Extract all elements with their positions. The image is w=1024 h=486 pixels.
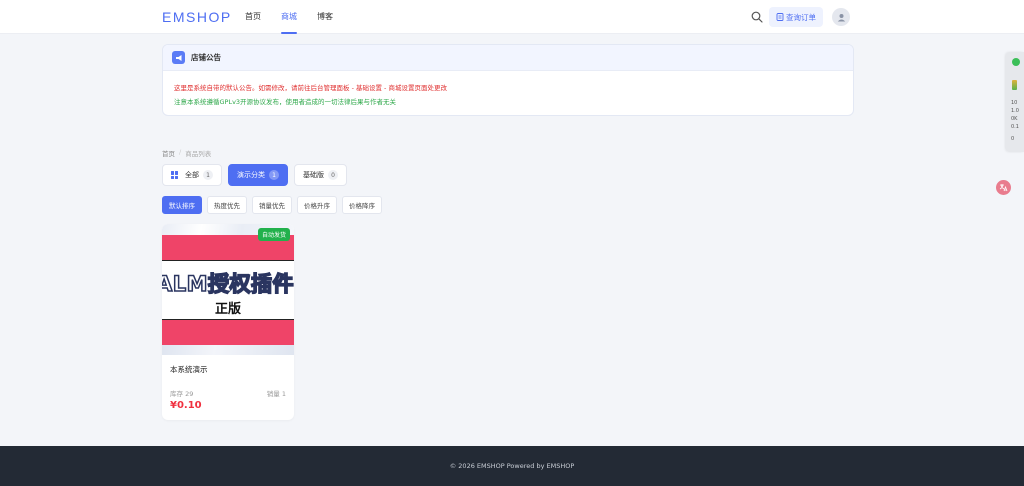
breadcrumb-current: 商品列表 bbox=[185, 150, 212, 158]
search-icon[interactable] bbox=[751, 11, 763, 23]
sort-popularity[interactable]: 热度优先 bbox=[207, 196, 247, 214]
image-bottom-strip bbox=[162, 345, 294, 355]
image-divider bbox=[162, 260, 294, 261]
query-order-label: 查询订单 bbox=[786, 12, 816, 22]
footer-text: © 2026 EMSHOP Powered by EMSHOP bbox=[449, 462, 575, 470]
sort-price-desc[interactable]: 价格降序 bbox=[342, 196, 382, 214]
category-tab-demo[interactable]: 演示分类 1 bbox=[228, 164, 288, 186]
nav-shop[interactable]: 商城 bbox=[281, 0, 297, 34]
breadcrumb-separator: / bbox=[179, 148, 182, 156]
sort-default[interactable]: 默认排序 bbox=[162, 196, 202, 214]
main-nav: 首页 商城 博客 bbox=[245, 0, 353, 34]
site-logo[interactable]: EMSHOP bbox=[162, 9, 232, 25]
level-bar-icon bbox=[1012, 80, 1017, 90]
category-tab-all[interactable]: 全部 1 bbox=[162, 164, 222, 186]
nav-blog[interactable]: 博客 bbox=[317, 0, 333, 34]
product-sales: 销量 1 bbox=[266, 390, 286, 398]
category-tabs: 全部 1 演示分类 1 基础版 0 bbox=[162, 164, 347, 186]
side-value: 1.0 bbox=[1011, 108, 1019, 114]
query-order-button[interactable]: 查询订单 bbox=[769, 7, 823, 27]
top-navbar: EMSHOP 首页 商城 博客 查询订单 bbox=[0, 0, 1024, 34]
side-value: 0K bbox=[1011, 116, 1018, 122]
notice-title: 店铺公告 bbox=[191, 53, 221, 62]
sort-options: 默认排序 热度优先 销量优先 价格升序 价格降序 bbox=[162, 196, 382, 214]
product-name[interactable]: 本系统演示 bbox=[170, 364, 208, 375]
megaphone-icon bbox=[172, 51, 185, 64]
category-count: 0 bbox=[328, 170, 338, 180]
category-label: 全部 bbox=[185, 171, 199, 179]
notice-text-red: 这里是系统自带的默认公告。如需修改，请前往后台管理面板 - 基础设置 - 商城设… bbox=[174, 84, 447, 92]
document-icon bbox=[776, 13, 784, 21]
nav-home[interactable]: 首页 bbox=[245, 0, 261, 34]
sort-price-asc[interactable]: 价格升序 bbox=[297, 196, 337, 214]
category-count: 1 bbox=[269, 170, 279, 180]
category-label: 基础版 bbox=[303, 171, 324, 179]
user-icon bbox=[837, 13, 845, 21]
product-stock: 库存 29 bbox=[170, 390, 194, 398]
side-toolbar[interactable]: 10 1.0 0K 0.1 0 bbox=[1006, 52, 1024, 152]
category-label: 演示分类 bbox=[237, 171, 265, 179]
translate-icon[interactable] bbox=[996, 180, 1011, 195]
sort-sales[interactable]: 销量优先 bbox=[252, 196, 292, 214]
notice-header: 店铺公告 bbox=[163, 45, 853, 71]
user-avatar[interactable] bbox=[832, 8, 850, 26]
notice-text-green: 注意本系统遵循GPLv3开源协议发布，使用者造成的一切法律后果与作者无关 bbox=[174, 98, 397, 106]
product-image[interactable]: ALM授权插件 正版 自动发货 bbox=[162, 224, 294, 355]
side-value: 0.1 bbox=[1011, 124, 1019, 130]
footer: © 2026 EMSHOP Powered by EMSHOP bbox=[0, 446, 1024, 486]
image-band-bottom bbox=[162, 320, 294, 345]
status-dot-icon bbox=[1012, 58, 1020, 66]
image-title-text: ALM授权插件 bbox=[162, 271, 294, 297]
side-value: 10 bbox=[1011, 100, 1018, 106]
side-value: 0 bbox=[1011, 136, 1015, 142]
breadcrumb-home[interactable]: 首页 bbox=[162, 148, 175, 158]
store-notice: 店铺公告 这里是系统自带的默认公告。如需修改，请前往后台管理面板 - 基础设置 … bbox=[162, 44, 854, 116]
category-tab-basic[interactable]: 基础版 0 bbox=[294, 164, 347, 186]
category-count: 1 bbox=[203, 170, 213, 180]
image-subtitle-text: 正版 bbox=[214, 302, 241, 317]
product-card[interactable]: ALM授权插件 正版 自动发货 本系统演示 库存 29 销量 1 ¥0.10 bbox=[162, 224, 294, 420]
product-price: ¥0.10 bbox=[170, 400, 202, 411]
breadcrumb: 首页 / 商品列表 bbox=[162, 148, 211, 158]
grid-icon bbox=[171, 171, 179, 179]
auto-delivery-badge: 自动发货 bbox=[257, 228, 290, 241]
